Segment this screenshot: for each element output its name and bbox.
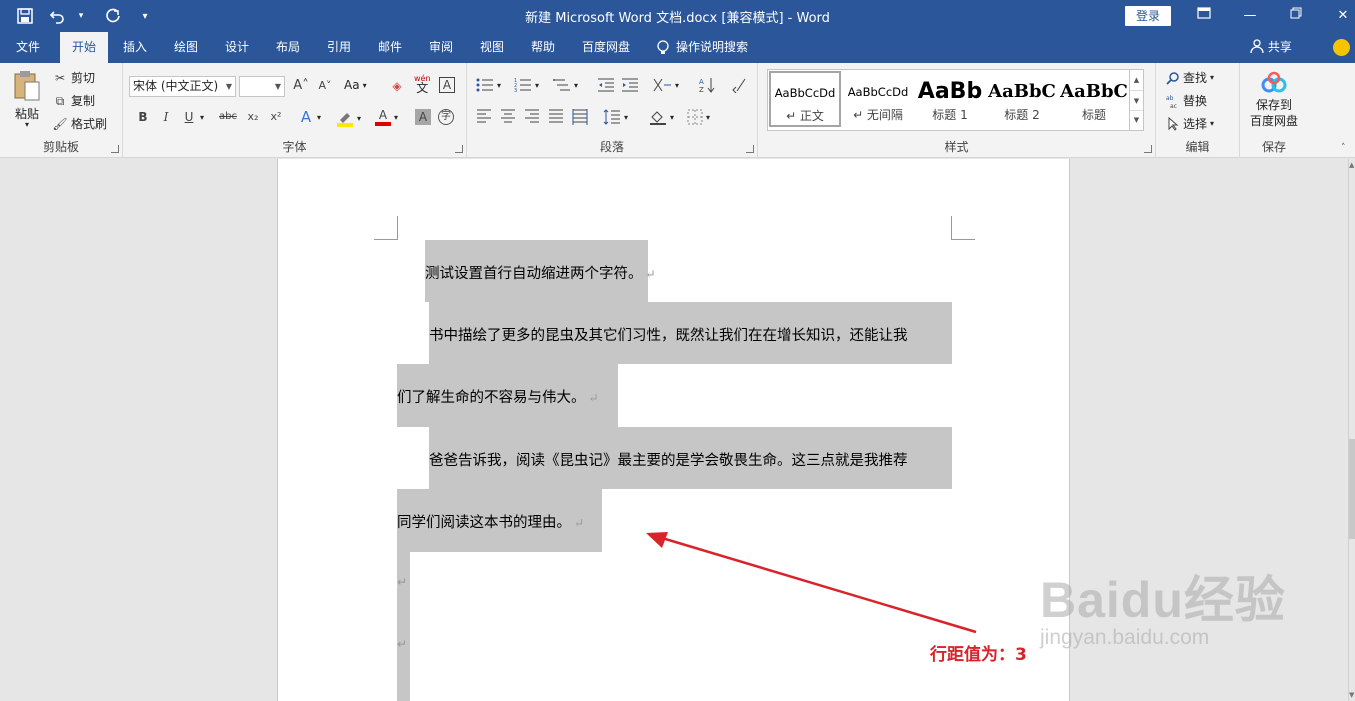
watermark-logo: Baidu经验 (1040, 572, 1286, 628)
baidu-watermark: Baidu经验 jingyan.baidu.com (1040, 560, 1286, 650)
annotation-text: 行距值为：3 (930, 645, 1027, 665)
